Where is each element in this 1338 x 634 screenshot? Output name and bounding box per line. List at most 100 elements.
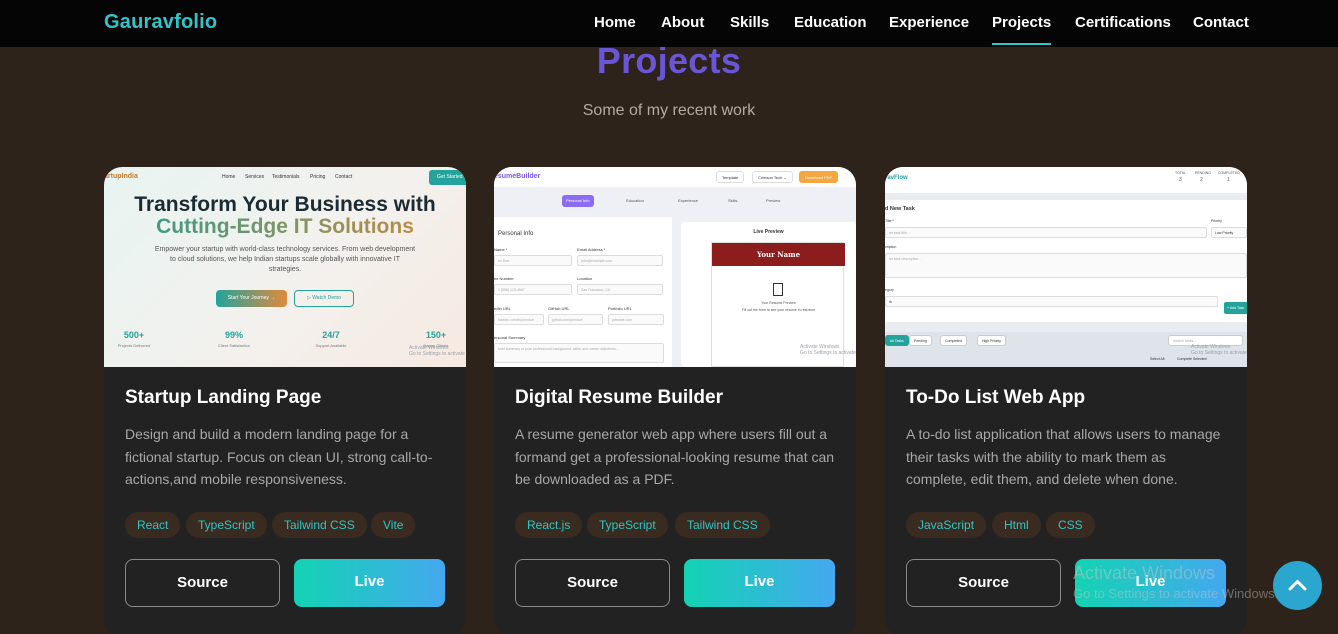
preview-label: edIn URL [494,306,511,311]
preview-chip: Download PDF [799,171,838,183]
preview-form: Personal Info Name * hn Doe Email Addres… [494,217,672,367]
preview-toolbar: esumeBuilder Template Crimson Tech ⌄ Dow… [494,167,856,187]
navbar: Gauravfolio Home About Skills Education … [0,0,1338,47]
preview-resume-text: Your Resume Preview [761,301,796,305]
preview-nav-item: Services [245,174,265,180]
preview-stat-label: TOTAL [1175,171,1186,175]
tech-tag: Html [992,512,1041,538]
preview-form-heading: Personal Info [498,231,534,237]
nav-link-home[interactable]: Home [594,14,636,31]
preview-watermark: Activate Windows Go to Settings to activ… [1191,344,1247,356]
preview-nav-item: Contact [335,174,353,180]
preview-panel-title: d New Task [885,206,915,212]
preview-tab: Experience [678,198,699,203]
nav-link-projects[interactable]: Projects [992,14,1052,45]
preview-label: Priority [1211,219,1222,223]
preview-textarea: brief summary of your professional backg… [494,343,664,363]
project-title: Digital Resume Builder [515,387,723,408]
preview-navbar: artupIndia Home Services Testimonials Pr… [104,167,466,187]
tech-tag: Vite [371,512,416,538]
section-subtitle: Some of my recent work [582,102,756,119]
preview-label: cription [885,245,897,249]
preview-footer-item: Complete Selected [1177,357,1207,361]
preview-select: rk [885,296,1218,307]
preview-cta: Get Started [429,170,466,185]
activate-windows-watermark: Activate Windows Go to Settings to activ… [1073,563,1278,601]
project-thumbnail[interactable]: ravFlow TOTAL PENDING COMPLETED 3 2 1 d … [885,167,1247,367]
preview-resume-hint: Fill out the form to see your resume in … [741,308,816,312]
nav-link-education[interactable]: Education [794,14,867,31]
preview-label: Name * [494,247,508,252]
preview-label: Title * [885,219,894,223]
live-button[interactable]: Live [684,559,835,607]
preview-input: ter task title... [885,227,1207,238]
preview-label: egory [885,288,894,292]
preview-nav-item: Testimonials [272,174,300,180]
tech-tag: JavaScript [906,512,987,538]
preview-label: ersonal Summary [494,335,526,340]
source-button[interactable]: Source [125,559,280,607]
preview-tabs: Personal Info Education Experience Skill… [494,192,856,210]
preview-secondary-button: ▷ Watch Demo [294,290,354,307]
source-button[interactable]: Source [906,559,1061,607]
scroll-to-top-button[interactable] [1273,561,1322,610]
preview-nav-item: Pricing [310,174,326,180]
nav-link-certifications[interactable]: Certifications [1075,14,1171,31]
preview-label: GitHub URL [548,306,570,311]
preview-select: Low Priority [1211,227,1247,238]
source-button[interactable]: Source [515,559,670,607]
preview-primary-button: Start Your Journey → [216,290,287,307]
preview-filter: Completed [940,335,967,346]
preview-input: inkedin.com/in/johndoe [494,314,544,325]
preview-label: Location [577,276,593,281]
preview-tab: Skills [728,198,738,203]
project-thumbnail[interactable]: esumeBuilder Template Crimson Tech ⌄ Dow… [494,167,856,367]
preview-stat-value: 2 [1200,177,1203,183]
nav-link-contact[interactable]: Contact [1193,14,1249,31]
project-card-startup: artupIndia Home Services Testimonials Pr… [104,167,466,634]
preview-logo: artupIndia [104,173,138,180]
preview-headline: Transform Your Business with [134,193,436,216]
preview-nav-item: Home [222,174,236,180]
preview-add-panel: d New Task Title * ter task title... Pri… [885,200,1247,322]
preview-tab: Personal Info [562,195,594,207]
preview-input: john@example.com [577,255,663,266]
preview-stat-value: 3 [1179,177,1182,183]
preview-stat-label: PENDING [1195,171,1211,175]
project-thumbnail[interactable]: artupIndia Home Services Testimonials Pr… [104,167,466,367]
project-description: A resume generator web app where users f… [515,426,835,487]
preview-watermark: Activate Windows Go to Settings to activ… [409,345,465,357]
preview-stat: 24/7 Support Available [315,330,347,348]
preview-chip: Template [716,171,745,183]
preview-paragraph: Empower your startup with world-class te… [154,246,416,273]
preview-label: Portfolio URL [608,306,632,311]
project-title: Startup Landing Page [125,387,322,408]
brand-logo[interactable]: Gauravfolio [104,11,217,34]
project-description: Design and build a modern landing page f… [125,426,433,487]
preview-watermark: Activate Windows Go to Settings to activ… [800,344,856,356]
preview-tab: Education [626,198,644,203]
preview-input: hn Doe [494,255,572,266]
preview-filter: Pending [909,335,932,346]
chevron-up-icon [1288,580,1307,591]
preview-label: ne Number [494,276,514,281]
preview-label: Email Address * [577,247,606,252]
preview-logo: ravFlow [885,175,908,181]
nav-link-about[interactable]: About [661,14,704,31]
preview-textarea: ter task description... [885,253,1247,278]
nav-link-experience[interactable]: Experience [889,14,969,31]
activate-windows-title: Activate Windows [1073,563,1216,583]
preview-header: ravFlow TOTAL PENDING COMPLETED 3 2 1 [885,167,1247,193]
preview-live-title: Live Preview [753,229,784,235]
tech-tag: React.js [515,512,583,538]
live-button[interactable]: Live [294,559,445,607]
project-title: To-Do List Web App [906,387,1086,408]
tech-tag: CSS [1046,512,1095,538]
preview-chip: Crimson Tech ⌄ [752,171,793,183]
tech-tag: TypeScript [186,512,267,538]
preview-footer-item: Select All [1150,357,1165,361]
preview-resume-name: Your Name [712,243,845,266]
nav-link-skills[interactable]: Skills [730,14,769,31]
project-description: A to-do list application that allows use… [906,426,1221,487]
project-card-resume: esumeBuilder Template Crimson Tech ⌄ Dow… [494,167,856,634]
